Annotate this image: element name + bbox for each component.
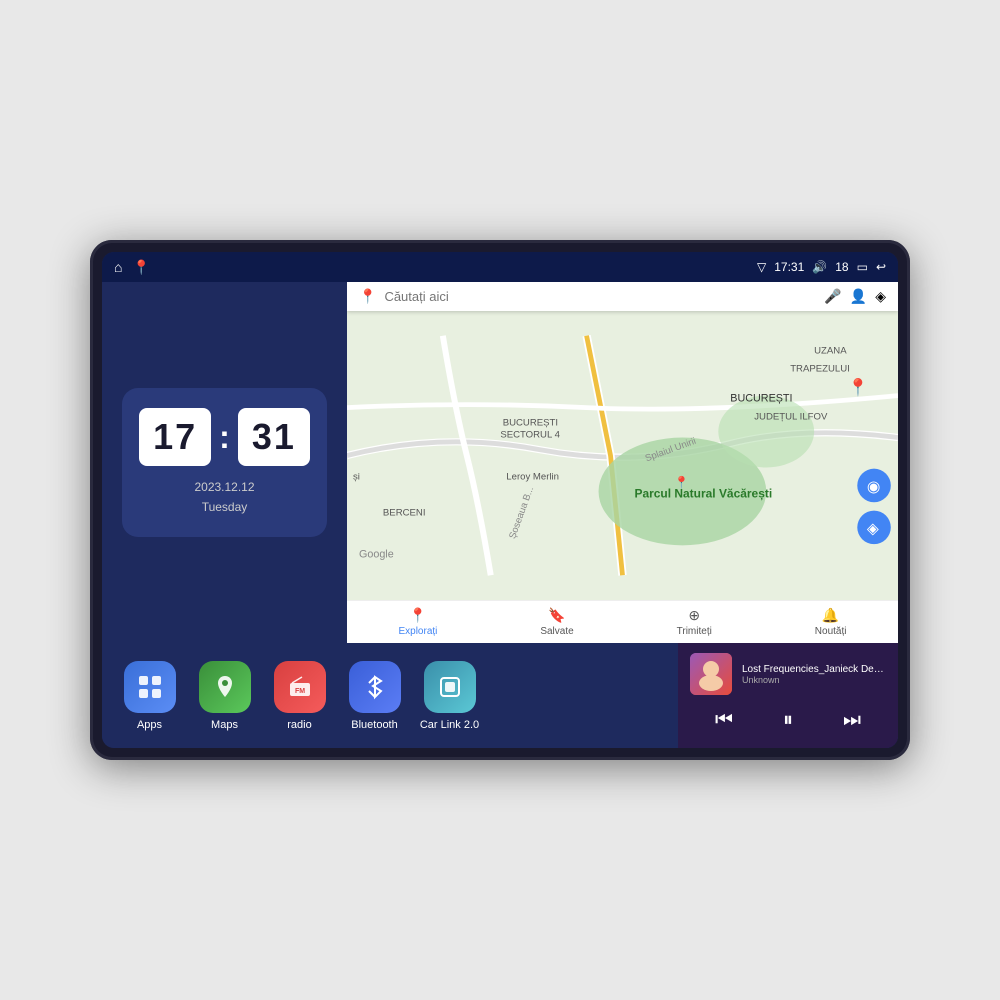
map-bottom-bar: 📍 Explorați 🔖 Salvate ⊕ Trimiteți 🔔 Nout… [347, 600, 898, 643]
status-time: 17:31 [774, 260, 804, 274]
prev-button[interactable]: ⏮ [707, 705, 741, 736]
bottom-panel: Apps Maps FM [102, 643, 898, 748]
maps-label: Maps [211, 719, 238, 731]
signal-icon: ▽ [757, 260, 766, 274]
app-maps[interactable]: Maps [192, 661, 257, 731]
map-news-tab[interactable]: 🔔 Noutăți [815, 607, 847, 637]
main-content: 17 : 31 2023.12.12 Tuesday 📍 🎤 [102, 282, 898, 643]
maps-pin-icon: 📍 [359, 288, 376, 305]
mic-icon[interactable]: 🎤 [824, 288, 841, 305]
map-search-input[interactable] [384, 289, 816, 304]
app-carlink[interactable]: Car Link 2.0 [417, 661, 482, 731]
music-title: Lost Frequencies_Janieck Devy-... [742, 664, 886, 675]
album-image [690, 653, 732, 695]
app-bluetooth[interactable]: Bluetooth [342, 661, 407, 731]
volume-level: 18 [835, 260, 848, 274]
svg-text:Parcul Natural Văcărești: Parcul Natural Văcărești [634, 486, 772, 500]
map-area[interactable]: Parcul Natural Văcărești BUCUREȘTI JUDEȚ… [347, 311, 898, 600]
svg-text:FM: FM [295, 688, 305, 695]
svg-text:TRAPEZULUI: TRAPEZULUI [790, 364, 850, 375]
maps-status-icon[interactable]: 📍 [132, 259, 149, 276]
account-icon[interactable]: 👤 [850, 288, 867, 305]
device: ⌂ 📍 ▽ 17:31 🔊 18 ▭ ↩ 17 : 31 [90, 240, 910, 760]
music-info: Lost Frequencies_Janieck Devy-... Unknow… [690, 653, 886, 695]
status-bar-right: ▽ 17:31 🔊 18 ▭ ↩ [757, 260, 886, 274]
svg-text:JUDEȚUL ILFOV: JUDEȚUL ILFOV [754, 412, 828, 423]
carlink-icon [424, 661, 476, 713]
music-controls: ⏮ ⏸ ⏭ [690, 701, 886, 740]
maps-icon [199, 661, 251, 713]
app-apps[interactable]: Apps [117, 661, 182, 731]
svg-text:Leroy Merlin: Leroy Merlin [506, 471, 559, 482]
status-bar: ⌂ 📍 ▽ 17:31 🔊 18 ▭ ↩ [102, 252, 898, 282]
volume-icon: 🔊 [812, 260, 827, 274]
battery-icon: ▭ [857, 260, 868, 274]
carlink-label: Car Link 2.0 [420, 719, 479, 731]
share-label: Trimiteți [677, 626, 712, 637]
svg-text:BUCUREȘTI: BUCUREȘTI [503, 418, 558, 429]
svg-text:◉: ◉ [867, 478, 881, 495]
svg-text:BERCENI: BERCENI [383, 507, 426, 518]
back-icon[interactable]: ↩ [876, 260, 886, 274]
clock-display: 17 : 31 [139, 408, 310, 466]
bluetooth-label: Bluetooth [351, 719, 397, 731]
play-pause-button[interactable]: ⏸ [775, 705, 801, 736]
music-artist: Unknown [742, 675, 886, 685]
apps-icon [124, 661, 176, 713]
album-art [690, 653, 732, 695]
map-explore-tab[interactable]: 📍 Explorați [398, 607, 437, 637]
map-saved-tab[interactable]: 🔖 Salvate [540, 607, 573, 637]
clock-widget: 17 : 31 2023.12.12 Tuesday [122, 388, 327, 536]
explore-label: Explorați [398, 626, 437, 637]
radio-icon: FM [274, 661, 326, 713]
apps-label: Apps [137, 719, 162, 731]
svg-text:și: și [353, 471, 360, 482]
explore-icon: 📍 [409, 607, 426, 624]
svg-text:📍: 📍 [848, 377, 869, 397]
svg-text:Google: Google [359, 548, 394, 560]
clock-date: 2023.12.12 Tuesday [194, 478, 254, 516]
share-icon: ⊕ [688, 607, 700, 624]
music-player: Lost Frequencies_Janieck Devy-... Unknow… [678, 643, 898, 748]
svg-text:📍: 📍 [674, 476, 689, 490]
svg-text:◈: ◈ [867, 520, 880, 537]
bluetooth-icon [349, 661, 401, 713]
layers-icon[interactable]: ◈ [875, 288, 886, 305]
map-panel: 📍 🎤 👤 ◈ [347, 282, 898, 643]
svg-text:UZANA: UZANA [814, 346, 847, 357]
map-share-tab[interactable]: ⊕ Trimiteți [677, 607, 712, 637]
next-button[interactable]: ⏭ [835, 705, 869, 736]
map-search-bar: 📍 🎤 👤 ◈ [347, 282, 898, 311]
saved-icon: 🔖 [548, 607, 565, 624]
apps-section: Apps Maps FM [102, 643, 678, 748]
news-icon: 🔔 [822, 607, 839, 624]
home-icon[interactable]: ⌂ [114, 259, 122, 275]
saved-label: Salvate [540, 626, 573, 637]
clock-minute: 31 [238, 408, 310, 466]
music-text: Lost Frequencies_Janieck Devy-... Unknow… [742, 664, 886, 685]
radio-label: radio [287, 719, 311, 731]
left-panel: 17 : 31 2023.12.12 Tuesday [102, 282, 347, 643]
screen: ⌂ 📍 ▽ 17:31 🔊 18 ▭ ↩ 17 : 31 [102, 252, 898, 748]
svg-text:BUCUREȘTI: BUCUREȘTI [730, 393, 792, 405]
clock-sep: : [219, 419, 230, 456]
app-radio[interactable]: FM radio [267, 661, 332, 731]
status-bar-left: ⌂ 📍 [114, 259, 150, 276]
news-label: Noutăți [815, 626, 847, 637]
svg-text:SECTORUL 4: SECTORUL 4 [500, 430, 560, 441]
clock-hour: 17 [139, 408, 211, 466]
